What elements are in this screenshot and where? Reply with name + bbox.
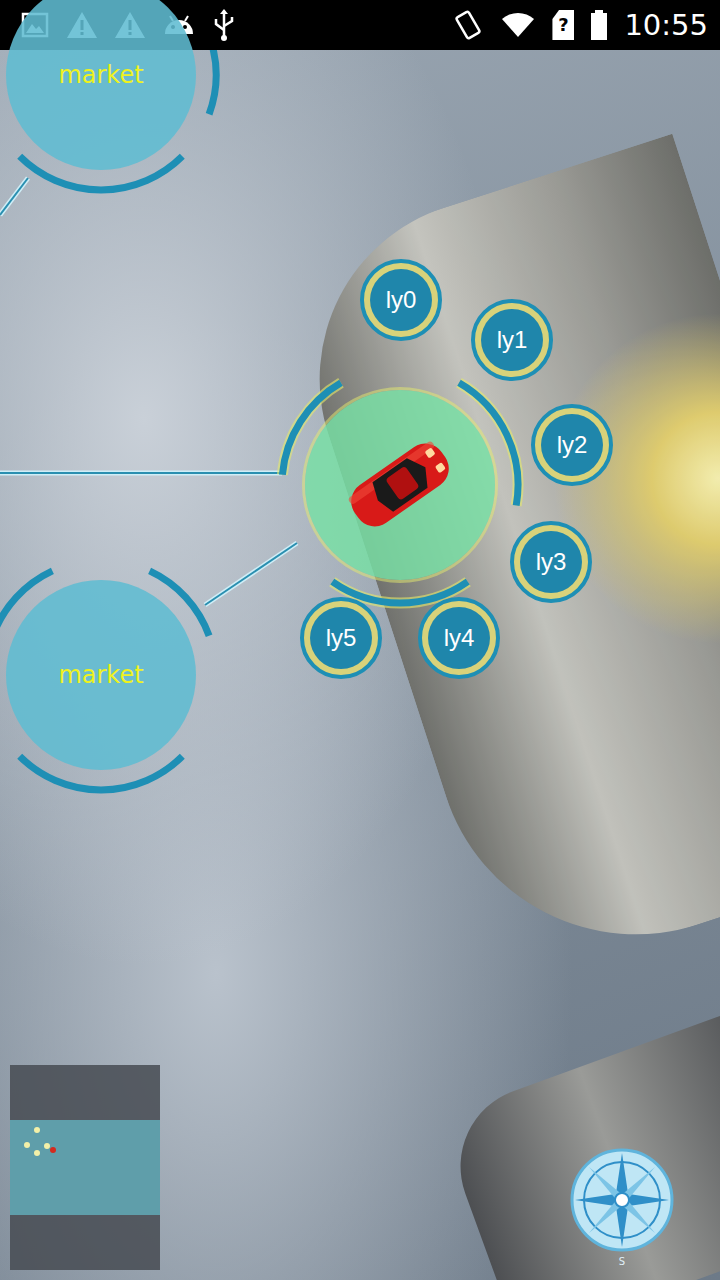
compass-rose-icon <box>567 1145 677 1255</box>
game-world[interactable]: market market ly0 ly1 ly2 ly3 ly4 ly5 S <box>0 50 720 1280</box>
sim-status: ? <box>558 16 568 34</box>
layer-label: ly2 <box>557 431 588 459</box>
layer-button[interactable]: ly5 <box>300 597 382 679</box>
compass-label: S <box>619 1257 625 1267</box>
minimap-marker <box>50 1147 56 1153</box>
minimap-marker <box>34 1127 40 1133</box>
usb-icon <box>212 8 236 42</box>
layer-label: ly5 <box>326 624 357 652</box>
minimap-marker <box>34 1150 40 1156</box>
red-car-icon <box>335 420 465 550</box>
layer-label: ly1 <box>497 326 528 354</box>
layer-button[interactable]: ly1 <box>471 299 553 381</box>
market-label: market <box>58 661 143 689</box>
rotate-icon <box>452 9 484 41</box>
layer-label: ly0 <box>386 286 417 314</box>
status-time: 10:55 <box>624 11 708 40</box>
sim-icon: ? <box>552 10 574 40</box>
minimap-marker <box>44 1143 50 1149</box>
layer-button[interactable]: ly2 <box>531 404 613 486</box>
layer-label: ly4 <box>444 624 475 652</box>
minimap-marker <box>24 1142 30 1148</box>
market-node[interactable]: market <box>6 580 196 770</box>
minimap-area <box>10 1120 160 1215</box>
spaceship-picture <box>273 134 720 987</box>
layer-button[interactable]: ly3 <box>510 521 592 603</box>
minimap[interactable] <box>10 1065 160 1270</box>
layer-button[interactable]: ly4 <box>418 597 500 679</box>
layer-button[interactable]: ly0 <box>360 259 442 341</box>
compass[interactable]: S <box>567 1145 677 1275</box>
layer-label: ly3 <box>536 548 567 576</box>
vehicle-node[interactable] <box>305 390 495 580</box>
market-label: market <box>58 61 143 89</box>
game-screen: ? 10:55 market market ly0 ly1 ly2 ly3 ly4 ly5 S <box>0 0 720 1280</box>
spaceship-engine-picture <box>438 1016 720 1280</box>
wifi-icon <box>500 11 536 39</box>
battery-icon <box>590 9 608 41</box>
